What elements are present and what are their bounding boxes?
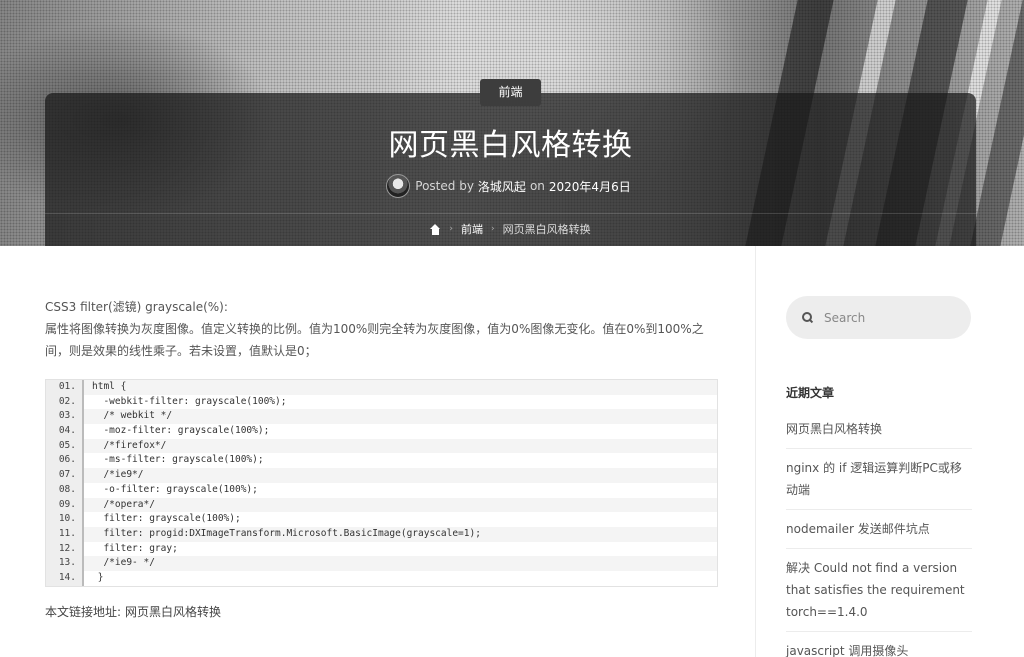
search-box[interactable] [786, 296, 971, 339]
home-icon[interactable] [430, 223, 441, 235]
code-text: -moz-filter: grayscale(100%); [84, 424, 717, 439]
line-number: 08. [46, 482, 84, 498]
line-number: 09. [46, 497, 84, 513]
permalink: 本文链接地址: 网页黑白风格转换 [45, 603, 718, 620]
code-line: 03. /* webkit */ [46, 409, 717, 425]
recent-post-link[interactable]: 网页黑白风格转换 [786, 410, 972, 449]
breadcrumb-separator-icon: › [449, 224, 453, 234]
code-line: 05. /*firefox*/ [46, 438, 717, 454]
code-line: 01. html { [46, 380, 717, 395]
line-number: 10. [46, 512, 84, 527]
code-line: 11. filter: progid:DXImageTransform.Micr… [46, 526, 717, 542]
article-intro-line2: 属性将图像转换为灰度图像。值定义转换的比例。值为100%则完全转为灰度图像，值为… [45, 322, 704, 358]
code-line: 13. /*ie9- */ [46, 556, 717, 571]
line-number: 13. [46, 556, 84, 571]
code-text: /*ie9- */ [84, 556, 717, 571]
code-line: 04. -moz-filter: grayscale(100%); [46, 424, 717, 439]
search-icon[interactable] [802, 312, 813, 323]
code-text: filter: grayscale(100%); [84, 512, 717, 527]
recent-post-link[interactable]: nodemailer 发送邮件坑点 [786, 510, 972, 549]
code-line: 02. -webkit-filter: grayscale(100%); [46, 394, 717, 410]
line-number: 04. [46, 424, 84, 439]
code-text: html { [84, 380, 717, 395]
author-link[interactable]: 洛城风起 [478, 178, 526, 195]
code-line: 14. } [46, 570, 717, 586]
code-text: /*ie9*/ [84, 468, 717, 483]
breadcrumb: › 前端 › 网页黑白风格转换 [45, 220, 976, 238]
line-number: 03. [46, 409, 84, 425]
permalink-link[interactable]: 网页黑白风格转换 [125, 605, 221, 619]
code-line: 12. filter: gray; [46, 541, 717, 557]
recent-posts-heading: 近期文章 [786, 386, 835, 400]
code-text: /*firefox*/ [84, 438, 717, 454]
code-line: 07. /*ie9*/ [46, 468, 717, 483]
code-text: -ms-filter: grayscale(100%); [84, 453, 717, 469]
code-text: filter: gray; [84, 541, 717, 557]
recent-post-link[interactable]: 解决 Could not find a version that satisfi… [786, 549, 972, 632]
code-text: filter: progid:DXImageTransform.Microsof… [84, 526, 717, 542]
author-avatar[interactable] [386, 174, 411, 198]
line-number: 06. [46, 453, 84, 469]
breadcrumb-divider [45, 213, 976, 214]
permalink-label: 本文链接地址: [45, 604, 122, 619]
article-body: CSS3 filter(滤镜) grayscale(%): 属性将图像转换为灰度… [45, 296, 718, 620]
code-line: 06. -ms-filter: grayscale(100%); [46, 453, 717, 469]
breadcrumb-item-category[interactable]: 前端 [461, 221, 483, 237]
line-number: 12. [46, 541, 84, 557]
code-line: 08. -o-filter: grayscale(100%); [46, 482, 717, 498]
code-line: 10. filter: grayscale(100%); [46, 512, 717, 527]
code-text: } [84, 570, 717, 586]
recent-post-link[interactable]: nginx 的 if 逻辑运算判断PC或移动端 [786, 449, 972, 510]
breadcrumb-item-current: 网页黑白风格转换 [502, 223, 591, 236]
line-number: 14. [46, 570, 84, 586]
line-number: 02. [46, 394, 84, 410]
code-text: -webkit-filter: grayscale(100%); [84, 394, 717, 410]
search-input[interactable] [824, 310, 954, 325]
category-badge[interactable]: 前端 [480, 79, 541, 106]
article-intro-line1: CSS3 filter(滤镜) grayscale(%): [45, 300, 228, 314]
on-label: on [529, 179, 545, 193]
post-meta: Posted by 洛城风起 on 2020年4月6日 [45, 173, 976, 199]
code-block: 01. html { 02. -webkit-filter: grayscale(… [45, 379, 718, 587]
code-text: /* webkit */ [84, 409, 717, 425]
posted-by-label: Posted by [415, 179, 474, 193]
recent-posts-list: 网页黑白风格转换 nginx 的 if 逻辑运算判断PC或移动端 nodemai… [786, 410, 972, 657]
sidebar-divider [755, 246, 756, 657]
breadcrumb-separator-icon: › [491, 224, 495, 234]
line-number: 01. [46, 380, 84, 395]
recent-post-link[interactable]: javascript 调用摄像头 [786, 632, 972, 657]
line-number: 05. [46, 438, 84, 454]
code-text: -o-filter: grayscale(100%); [84, 482, 717, 498]
line-number: 07. [46, 468, 84, 483]
code-line: 09. /*opera*/ [46, 497, 717, 513]
code-text: /*opera*/ [84, 497, 717, 513]
line-number: 11. [46, 526, 84, 542]
post-date[interactable]: 2020年4月6日 [549, 178, 631, 195]
post-title: 网页黑白风格转换 [388, 128, 633, 163]
